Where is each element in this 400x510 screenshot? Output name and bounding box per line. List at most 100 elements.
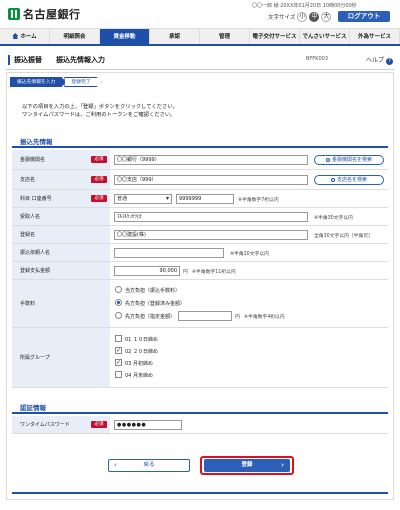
back-button[interactable]: ‹ 戻る xyxy=(108,459,190,472)
nav-approval[interactable]: 承認 xyxy=(150,29,200,44)
group-checkbox-1[interactable] xyxy=(115,335,122,342)
font-size-large-button[interactable]: 大 xyxy=(321,12,332,22)
font-size-label: 文字サイズ xyxy=(268,15,296,21)
row-requester-name: 振込依頼人名 ※半角20文字以内 xyxy=(12,244,388,262)
branch-search-label: 支店名を検索 xyxy=(336,177,367,183)
progress-steps: 振込先情報を入力 登録完了 xyxy=(10,77,100,87)
row-bank: 金融機関名 必須 〇〇銀行（9999） 金融機関名を検索 xyxy=(12,150,388,170)
section-auth-heading: 認証情報 xyxy=(12,402,388,414)
group-checkbox-4[interactable] xyxy=(115,371,122,378)
otp-input[interactable]: ●●●●●● xyxy=(114,420,182,430)
font-size-small-button[interactable]: 小 xyxy=(297,12,308,22)
main-nav: ホーム 明細照会 資金移動 承認 管理 電子交付サービス でんさいサービス 外為… xyxy=(0,28,400,46)
bank-logo: 名古屋銀行 xyxy=(8,6,81,22)
payee-name-hint: ※半角30文字以内 xyxy=(314,216,353,221)
search-icon xyxy=(325,157,330,162)
group-checkbox-3[interactable]: ✓ xyxy=(115,359,122,366)
fee-option-self-radio[interactable] xyxy=(115,286,122,293)
instructions: 以下の項目を入力の上、「登録」ボタンをクリックしてください。 ワンタイムパスワー… xyxy=(22,103,178,119)
register-button[interactable]: 登録 › xyxy=(204,459,290,472)
nav-admin[interactable]: 管理 xyxy=(200,29,250,44)
requester-name-hint: ※半角20文字以内 xyxy=(230,252,269,257)
group-label-2: 02 ２０日締め xyxy=(125,349,158,355)
row-amount: 登録支払金額 90,000 円 ※半角数字11桁以内 xyxy=(12,262,388,280)
fee-option-registered-label: 先方負担（登録済み金額） xyxy=(125,301,186,307)
account-number-input[interactable]: 9999999 xyxy=(176,194,234,204)
submit-highlight: 登録 › xyxy=(200,456,294,475)
fee-option-specified-radio[interactable] xyxy=(115,312,122,319)
group-label-1: 01 １０日締め xyxy=(125,337,158,343)
nav-forex[interactable]: 外為サービス xyxy=(350,29,400,44)
registered-name-label: 登録名 xyxy=(12,226,110,243)
fee-option-self-label: 当方負担（振込手数料） xyxy=(125,288,181,294)
step-complete: 登録完了 xyxy=(64,77,101,87)
nav-statements[interactable]: 明細照会 xyxy=(50,29,100,44)
required-badge: 必須 xyxy=(91,176,107,183)
bank-name-input[interactable]: 〇〇銀行（9999） xyxy=(114,155,308,165)
fee-label: 手数料 xyxy=(12,280,110,327)
logout-button[interactable]: ログアウト xyxy=(338,11,390,22)
home-icon xyxy=(12,33,19,39)
register-button-label: 登録 xyxy=(241,462,253,468)
user-login-info: 〇〇一郎 様 20XX年01月20日 10時00分00秒 xyxy=(252,3,357,9)
amount-unit: 円 xyxy=(183,270,188,275)
help-icon: ? xyxy=(386,58,394,65)
page-subtitle: 振込先情報入力 xyxy=(56,56,105,64)
required-badge: 必須 xyxy=(91,156,107,163)
screen-id: BFFK003 xyxy=(306,56,329,62)
row-fee: 手数料 当方負担（振込手数料） 先方負担（登録済み金額） 先方負担（指定金額） … xyxy=(12,280,388,328)
instruction-line-2: ワンタイムパスワードは、ご利用のトークンをご確認ください。 xyxy=(22,112,176,118)
page-title: 振込振替 xyxy=(8,55,42,65)
branch-name-input[interactable]: 〇〇支店（999） xyxy=(114,175,308,185)
amount-hint: ※半角数字11桁以内 xyxy=(192,270,236,275)
payee-name-input[interactable]: ﾏﾙﾏﾙｹﾝｾﾂ(ｶ xyxy=(114,212,308,222)
font-size-switcher: 文字サイズ 小 中 大 xyxy=(268,12,332,22)
row-registered-name: 登録名 〇〇建設(株) 全角30文字以内［半角可］ xyxy=(12,226,388,244)
nav-densai[interactable]: でんさいサービス xyxy=(300,29,350,44)
registered-name-input[interactable]: 〇〇建設(株) xyxy=(114,230,308,240)
bank-name: 名古屋銀行 xyxy=(23,8,81,21)
fee-hint: ※半角数字4桁以内 xyxy=(244,315,285,320)
row-group: 所属グループ 01 １０日締め ✓ 02 ２０日締め ✓ 03 月初締め 04 … xyxy=(12,328,388,388)
chevron-right-icon: › xyxy=(281,461,284,469)
branch-search-button[interactable]: 支店名を検索 xyxy=(314,175,384,185)
fee-option-specified-label: 先方負担（指定金額） xyxy=(125,314,176,320)
fee-option-registered-radio[interactable] xyxy=(115,299,122,306)
account-type-select[interactable]: 普通 xyxy=(114,194,172,204)
fee-unit: 円 xyxy=(235,315,240,320)
page-title-bar: 振込振替 振込先情報入力 BFFK003 ヘルプ? xyxy=(6,53,394,67)
footer-divider xyxy=(12,492,388,494)
requester-name-label: 振込依頼人名 xyxy=(12,244,110,261)
required-badge: 必須 xyxy=(91,421,107,428)
font-size-medium-button[interactable]: 中 xyxy=(309,12,320,22)
nav-e-delivery[interactable]: 電子交付サービス xyxy=(250,29,300,44)
title-divider xyxy=(6,69,394,70)
bank-search-button[interactable]: 金融機関名を検索 xyxy=(314,155,384,165)
nav-home[interactable]: ホーム xyxy=(0,29,50,44)
help-link[interactable]: ヘルプ? xyxy=(366,55,394,65)
header: 名古屋銀行 〇〇一郎 様 20XX年01月20日 10時00分00秒 文字サイズ… xyxy=(0,0,400,26)
row-payee-name: 受取人名 ﾏﾙﾏﾙｹﾝｾﾂ(ｶ ※半角30文字以内 xyxy=(12,208,388,226)
step-input: 振込先情報を入力 xyxy=(10,77,66,87)
fee-amount-input[interactable] xyxy=(178,311,232,321)
required-badge: 必須 xyxy=(91,195,107,202)
row-branch: 支店名 必須 〇〇支店（999） 支店名を検索 xyxy=(12,170,388,190)
payee-name-label: 受取人名 xyxy=(12,208,110,225)
section-payee-heading: 振込先情報 xyxy=(12,136,388,148)
chevron-left-icon: ‹ xyxy=(114,461,117,469)
requester-name-input[interactable] xyxy=(114,248,224,258)
bank-logo-icon xyxy=(8,8,20,20)
amount-input[interactable]: 90,000 xyxy=(114,266,180,276)
amount-label: 登録支払金額 xyxy=(12,262,110,279)
search-icon xyxy=(330,177,335,182)
nav-home-label: ホーム xyxy=(20,34,37,40)
row-otp: ワンタイムパスワード 必須 ●●●●●● xyxy=(12,416,388,434)
bank-search-label: 金融機関名を検索 xyxy=(331,157,372,163)
group-checkbox-2[interactable]: ✓ xyxy=(115,347,122,354)
nav-fund-transfer[interactable]: 資金移動 xyxy=(100,29,150,44)
help-label: ヘルプ xyxy=(366,57,385,64)
back-button-label: 戻る xyxy=(143,462,155,468)
group-label-4: 04 月末締め xyxy=(125,373,153,379)
account-hint: ※半角数字7桁以内 xyxy=(238,198,279,203)
group-label-3: 03 月初締め xyxy=(125,361,153,367)
